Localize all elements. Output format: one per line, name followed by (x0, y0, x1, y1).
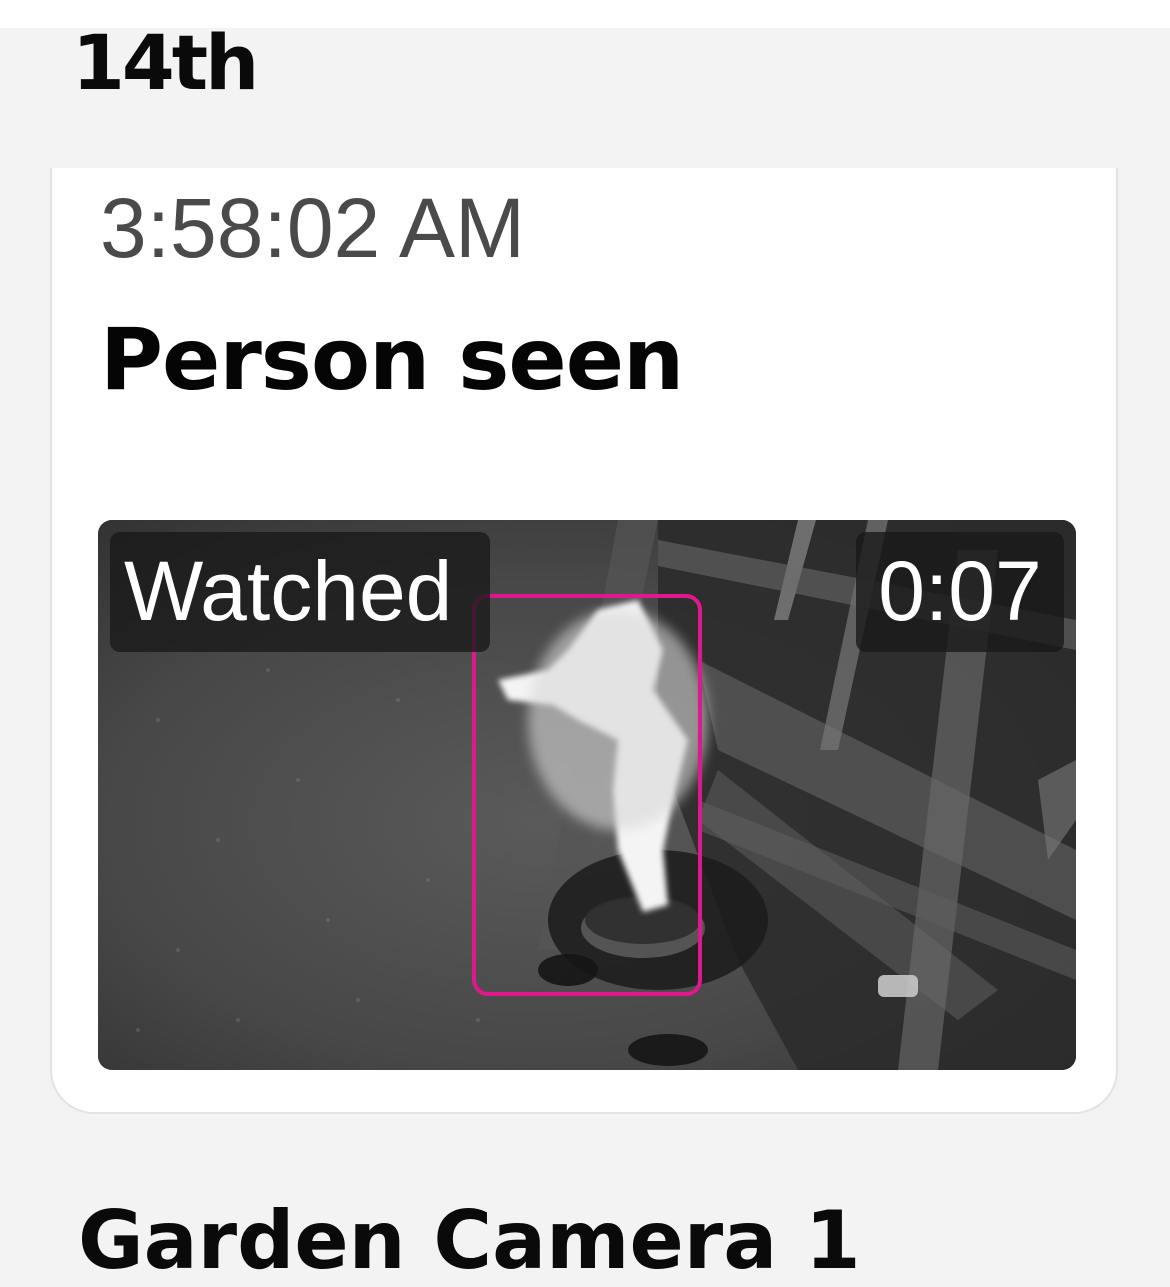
event-card[interactable]: 3:58:02 AM Person seen Watched 0:07 (50, 168, 1118, 1114)
watched-badge: Watched (110, 532, 490, 652)
next-section-heading: Garden Camera 1 (78, 1194, 861, 1287)
event-timestamp: 3:58:02 AM (100, 181, 525, 275)
date-heading: 14th (72, 18, 259, 107)
video-duration-badge: 0:07 (856, 532, 1064, 652)
event-video-thumbnail[interactable]: Watched 0:07 (98, 520, 1076, 1070)
person-detection-box (472, 594, 702, 996)
event-title: Person seen (100, 310, 684, 410)
